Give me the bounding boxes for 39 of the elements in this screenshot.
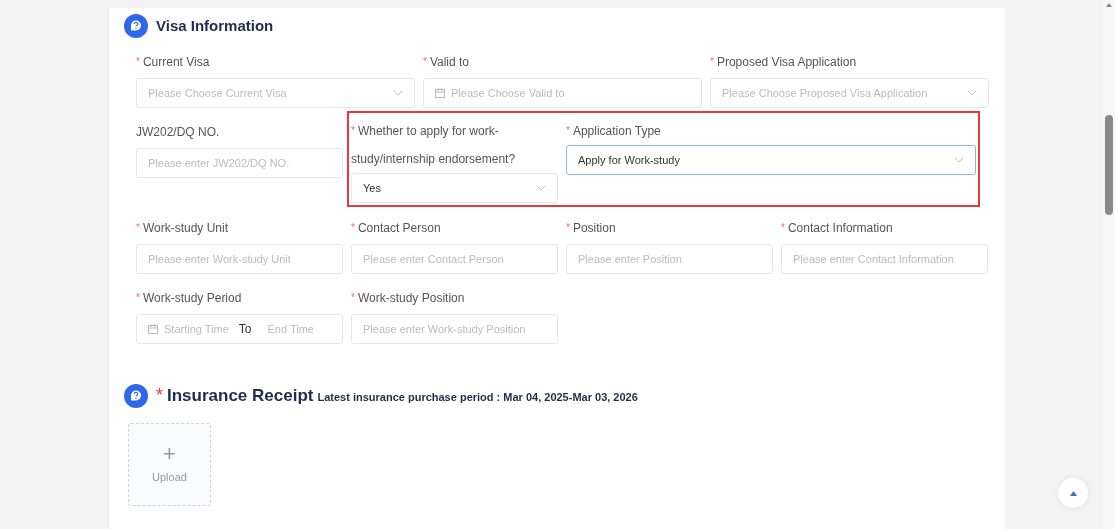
section-title: * Insurance Receipt Latest insurance purchase period : Mar 04, 2025-Mar 03, 2026	[156, 384, 638, 407]
input-field[interactable]: Please enter Work-study Position	[351, 314, 558, 344]
calendar-icon	[148, 324, 158, 334]
help-icon	[124, 14, 148, 38]
upload-button[interactable]: + Upload	[128, 423, 211, 506]
chevron-down-icon	[954, 157, 964, 163]
field-label: * Application Type	[566, 123, 662, 140]
select-field[interactable]: Yes	[351, 173, 558, 203]
field-label: * Current Visa	[136, 54, 211, 70]
field-label: * Work-study Position	[351, 290, 466, 306]
field-label: * Proposed Visa Application	[710, 54, 858, 70]
select-field[interactable]: Please Choose Proposed Visa Application	[710, 78, 989, 108]
field-label: * Contact Information	[781, 220, 894, 236]
input-field[interactable]: Please enter JW202/DQ NO.	[136, 148, 343, 178]
back-to-top-button[interactable]	[1058, 478, 1088, 508]
input-field[interactable]: Please enter Position	[566, 244, 773, 274]
calendar-icon	[435, 88, 445, 98]
select-field[interactable]: Please Choose Current Visa	[136, 78, 415, 108]
section-title: Visa Information	[156, 15, 274, 36]
field-label: * Work-study Period	[136, 290, 243, 306]
input-field[interactable]: Please enter Contact Person	[351, 244, 558, 274]
field-label: * Work-study Unit	[136, 220, 230, 236]
field-label: * Whether to apply for work-study/internship endorsement?	[351, 123, 517, 168]
field-label: JW202/DQ NO.	[136, 124, 221, 140]
field-label: * Position	[566, 220, 617, 236]
scroll-thumb[interactable]	[1105, 115, 1113, 215]
chevron-down-icon	[536, 185, 546, 191]
input-field[interactable]: Please enter Work-study Unit	[136, 244, 343, 274]
date-range-field[interactable]: Starting Time To End Time	[136, 314, 343, 344]
select-field[interactable]: Apply for Work-study	[566, 145, 976, 175]
date-field[interactable]: Please Choose Valid to	[423, 78, 702, 108]
field-label: * Valid to	[423, 54, 471, 70]
chevron-down-icon	[967, 90, 977, 96]
chevron-down-icon	[393, 90, 403, 96]
help-icon	[124, 383, 148, 408]
input-field[interactable]: Please enter Contact Information	[781, 244, 988, 274]
scroll-up-icon[interactable]	[1106, 3, 1112, 7]
field-label: * Contact Person	[351, 220, 442, 236]
up-triangle-icon	[1069, 490, 1077, 496]
